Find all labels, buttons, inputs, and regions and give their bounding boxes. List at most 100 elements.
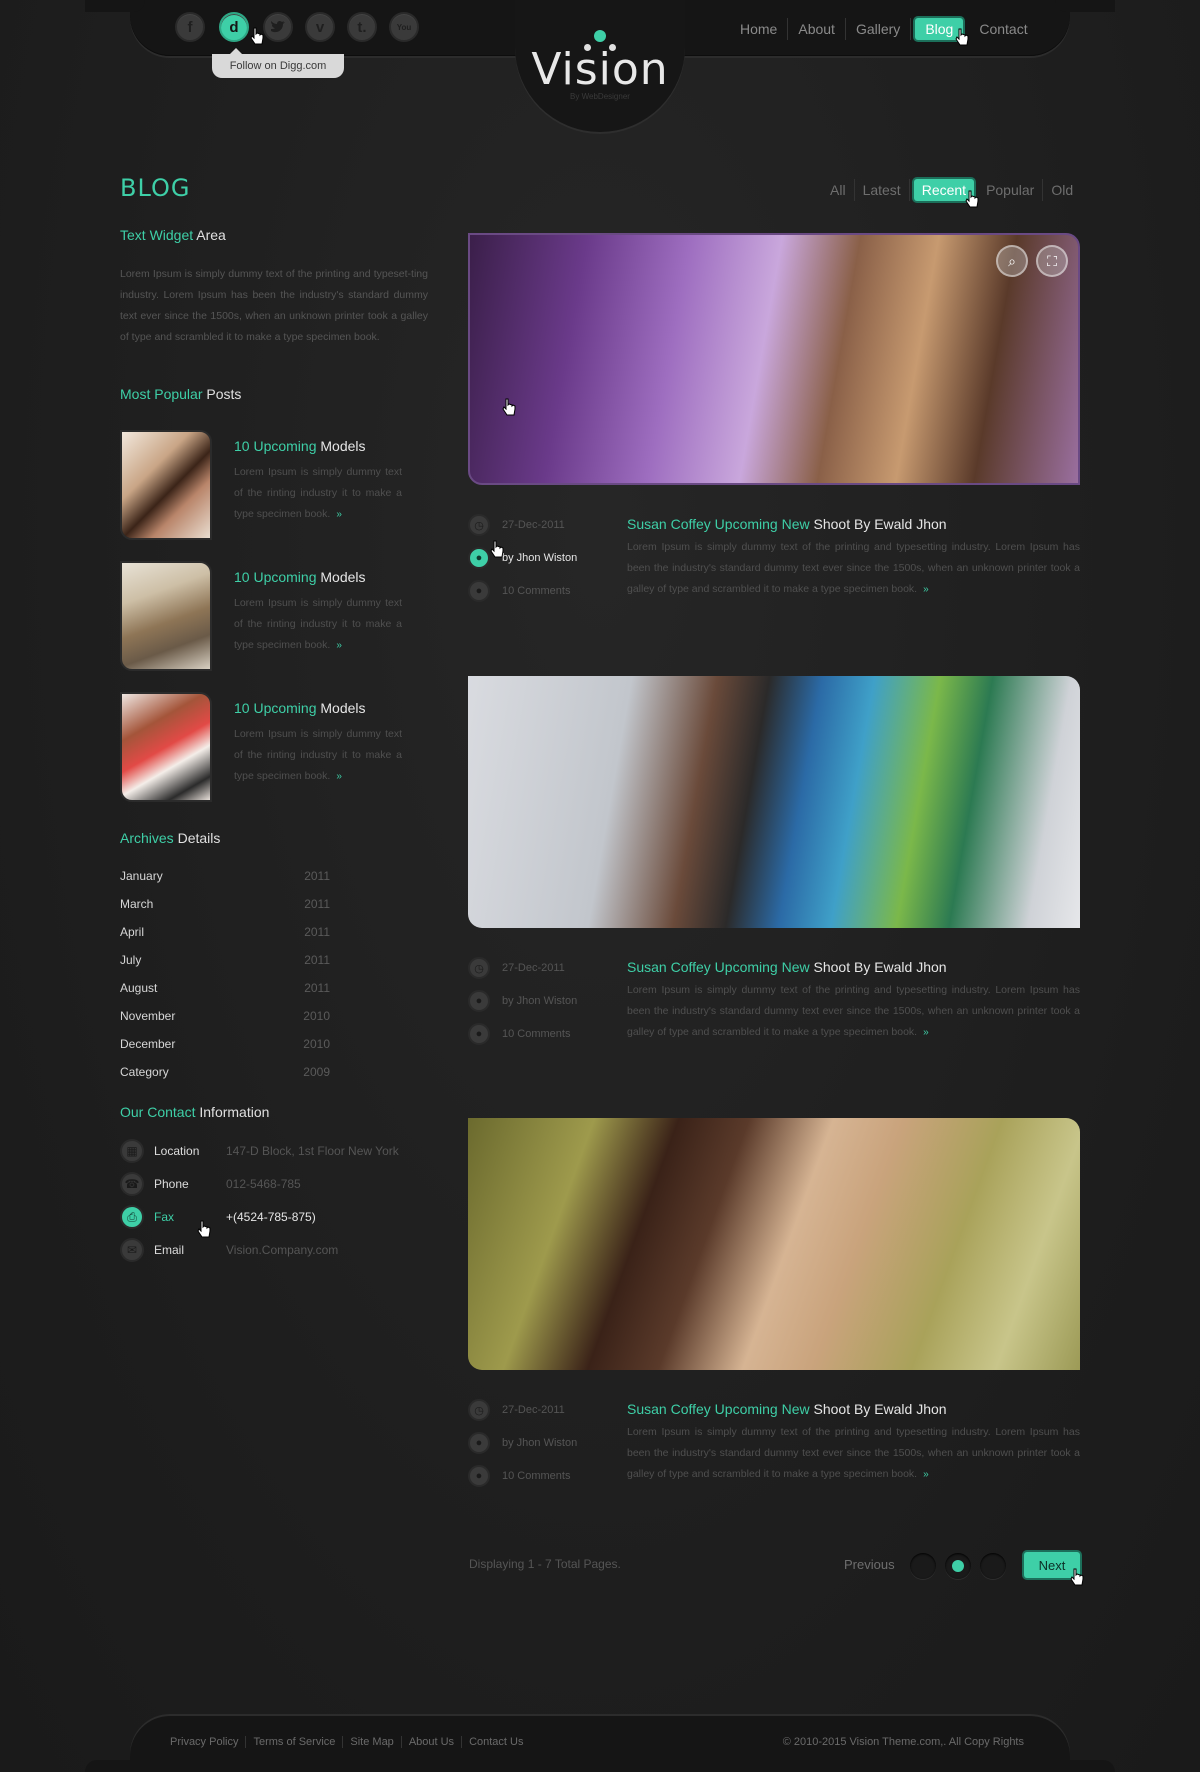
nav-about[interactable]: About — [788, 18, 846, 40]
search-icon[interactable]: ⌕ — [996, 245, 1028, 277]
post-title-rest: Shoot By Ewald Jhon — [809, 1401, 947, 1417]
post-author-text[interactable]: by Jhon Wiston — [502, 995, 577, 1007]
page-title: BLOG — [120, 174, 191, 202]
archive-row[interactable]: December 2010 — [120, 1037, 330, 1051]
archive-row[interactable]: August 2011 — [120, 981, 330, 995]
filter-old[interactable]: Old — [1043, 179, 1081, 201]
filter-popular[interactable]: Popular — [978, 179, 1044, 201]
post-comments-text[interactable]: 10 Comments — [502, 585, 570, 597]
footer-link-privacy[interactable]: Privacy Policy — [170, 1736, 247, 1748]
post-author-text[interactable]: by Jhon Wiston — [502, 552, 577, 564]
footer-link-about[interactable]: About Us — [402, 1736, 463, 1748]
read-more-link[interactable]: » — [336, 640, 342, 651]
facebook-icon[interactable]: f — [175, 12, 205, 42]
contact-row-email[interactable]: ✉ Email Vision.Company.com — [120, 1237, 460, 1263]
archive-row[interactable]: July 2011 — [120, 953, 330, 967]
hand-cursor-icon — [502, 398, 516, 416]
expand-icon[interactable]: ⛶ — [1036, 245, 1068, 277]
post-title[interactable]: Susan Coffey Upcoming New Shoot By Ewald… — [627, 959, 1080, 975]
popular-post-thumbnail[interactable] — [120, 561, 212, 671]
archive-year: 2010 — [303, 1009, 330, 1023]
popular-post-title[interactable]: 10 Upcoming Models — [234, 700, 366, 716]
post-comments[interactable]: ● 10 Comments — [468, 1465, 588, 1487]
read-more-link[interactable]: » — [336, 509, 342, 520]
contact-value: 012-5468-785 — [226, 1177, 301, 1191]
read-more-link[interactable]: » — [923, 584, 929, 595]
footer-link-sitemap[interactable]: Site Map — [343, 1736, 402, 1748]
contact-row-fax[interactable]: ⎙ Fax +(4524-785-875) — [120, 1204, 460, 1230]
popular-post-excerpt-text: Lorem Ipsum is simply dummy text of the … — [234, 597, 402, 651]
post-title[interactable]: Susan Coffey Upcoming New Shoot By Ewald… — [627, 1401, 1080, 1417]
archive-month[interactable]: November — [120, 1009, 175, 1023]
archives-title: Archives Details — [120, 830, 220, 846]
popular-post-thumbnail[interactable] — [120, 692, 212, 802]
post-title-accent: Susan Coffey Upcoming New — [627, 1401, 810, 1417]
post-author[interactable]: ● by Jhon Wiston — [468, 547, 588, 569]
vimeo-icon[interactable]: v — [305, 12, 335, 42]
page-dot[interactable] — [980, 1553, 1006, 1579]
post-image[interactable]: ⌕ ⛶ — [468, 233, 1080, 485]
popular-post-title-accent: 10 Upcoming — [234, 700, 317, 716]
footer-link-contact[interactable]: Contact Us — [462, 1736, 530, 1748]
page-dot-active[interactable] — [945, 1553, 971, 1579]
popular-post-title-rest: Models — [316, 438, 366, 454]
filter-all[interactable]: All — [822, 179, 855, 201]
archive-month[interactable]: March — [120, 897, 153, 911]
archive-month[interactable]: January — [120, 869, 163, 883]
popular-post-title[interactable]: 10 Upcoming Models — [234, 569, 366, 585]
post-comments[interactable]: ● 10 Comments — [468, 1023, 588, 1045]
read-more-link[interactable]: » — [336, 771, 342, 782]
logo-badge[interactable]: Vision By WebDesigner — [515, 0, 685, 132]
archive-row[interactable]: January 2011 — [120, 869, 330, 883]
post-image[interactable] — [468, 676, 1080, 928]
post-author-text[interactable]: by Jhon Wiston — [502, 1437, 577, 1449]
archive-month[interactable]: Category — [120, 1065, 169, 1079]
nav-contact[interactable]: Contact — [969, 18, 1037, 40]
archive-month[interactable]: July — [120, 953, 141, 967]
popular-post-title[interactable]: 10 Upcoming Models — [234, 438, 366, 454]
popular-post-item[interactable]: 10 Upcoming Models Lorem Ipsum is simply… — [120, 692, 440, 802]
popular-post-item[interactable]: 10 Upcoming Models Lorem Ipsum is simply… — [120, 430, 440, 540]
tooltip-text: Follow on Digg.com — [229, 60, 327, 72]
nav-gallery[interactable]: Gallery — [846, 18, 912, 40]
nav-home[interactable]: Home — [730, 18, 789, 40]
archive-row[interactable]: November 2010 — [120, 1009, 330, 1023]
twitter-icon[interactable] — [263, 12, 293, 42]
page-dot[interactable] — [910, 1553, 936, 1579]
archive-month[interactable]: December — [120, 1037, 175, 1051]
footer-link-terms[interactable]: Terms of Service — [246, 1736, 344, 1748]
archive-year: 2011 — [304, 897, 330, 911]
archive-row[interactable]: April 2011 — [120, 925, 330, 939]
text-widget-title: Text Widget Area — [120, 227, 226, 243]
popular-post-thumbnail[interactable] — [120, 430, 212, 540]
archive-month[interactable]: August — [120, 981, 157, 995]
post-excerpt: Lorem Ipsum is simply dummy text of the … — [627, 980, 1080, 1043]
read-more-link[interactable]: » — [923, 1469, 929, 1480]
popular-post-item[interactable]: 10 Upcoming Models Lorem Ipsum is simply… — [120, 561, 440, 671]
previous-button[interactable]: Previous — [844, 1557, 895, 1572]
tumblr-icon[interactable]: t. — [347, 12, 377, 42]
youtube-icon[interactable]: You — [389, 12, 419, 42]
post-comments-text[interactable]: 10 Comments — [502, 1028, 570, 1040]
contact-title-rest: Information — [195, 1104, 270, 1120]
post-author[interactable]: ● by Jhon Wiston — [468, 1432, 588, 1454]
filter-latest[interactable]: Latest — [855, 179, 910, 201]
read-more-link[interactable]: » — [923, 1027, 929, 1038]
archive-month[interactable]: April — [120, 925, 144, 939]
logo-subtitle: By WebDesigner — [570, 92, 630, 101]
archive-row[interactable]: Category 2009 — [120, 1065, 330, 1079]
post-title[interactable]: Susan Coffey Upcoming New Shoot By Ewald… — [627, 516, 1080, 532]
digg-icon[interactable]: d — [219, 12, 249, 42]
contact-value[interactable]: Vision.Company.com — [226, 1243, 338, 1257]
archive-year: 2010 — [303, 1037, 330, 1051]
post-image[interactable] — [468, 1118, 1080, 1370]
tumblr-glyph: t. — [357, 18, 367, 36]
page: f d v t. You Follow on Digg.com Vision B… — [0, 0, 1200, 1772]
post-title-accent: Susan Coffey Upcoming New — [627, 516, 810, 532]
contact-label: Fax — [154, 1210, 175, 1224]
post-author[interactable]: ● by Jhon Wiston — [468, 990, 588, 1012]
post-comments-text[interactable]: 10 Comments — [502, 1470, 570, 1482]
archive-row[interactable]: March 2011 — [120, 897, 330, 911]
contact-row-phone: ☎ Phone 012-5468-785 — [120, 1171, 460, 1197]
post-comments[interactable]: ● 10 Comments — [468, 580, 588, 602]
